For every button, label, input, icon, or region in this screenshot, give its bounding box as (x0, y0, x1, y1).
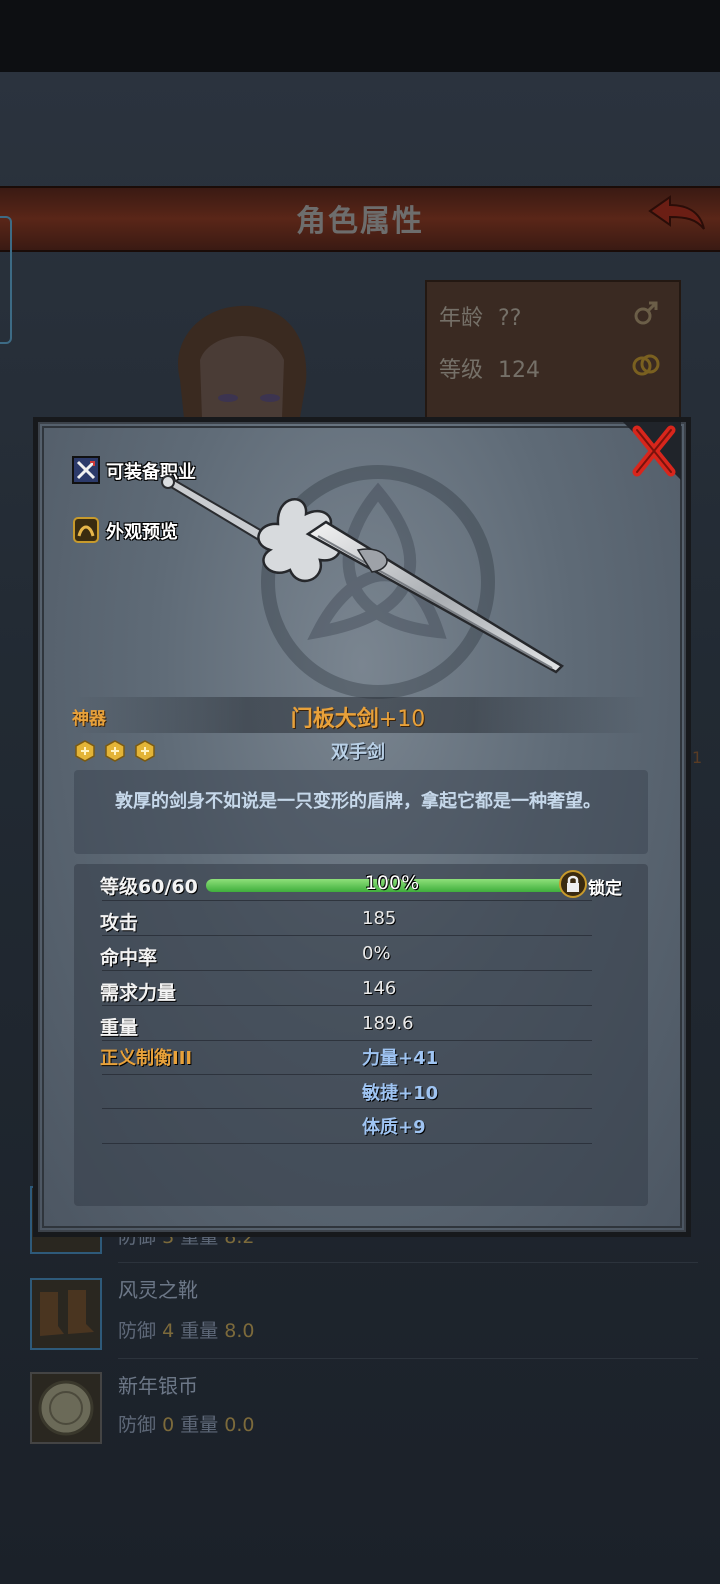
level-row: 等级 124 (439, 352, 540, 384)
side-number: 1 (692, 748, 703, 767)
row-divider (102, 900, 592, 901)
stat-weight-label: 重量 (100, 1017, 139, 1039)
equippable-jobs-icon[interactable] (72, 456, 100, 484)
character-info-panel: 年龄 ?? 等级 124 (425, 280, 681, 424)
coin-icon (38, 1380, 94, 1436)
equipment-thumb-1[interactable] (30, 1278, 102, 1350)
appearance-preview-icon[interactable] (72, 516, 100, 544)
equipment-stats-1: 防御 4 重量 8.0 (118, 1320, 255, 1342)
item-title: 门板大剑+10 (38, 701, 678, 733)
item-name: 门板大剑 (290, 707, 379, 732)
male-gender-icon (634, 301, 658, 325)
row-divider (102, 1108, 592, 1109)
item-description: 敦厚的剑身不如说是一只变形的盾牌，拿起它都是一种奢望。 (115, 791, 601, 812)
row-divider (102, 1005, 592, 1006)
equipment-stats-2: 防御 0 重量 0.0 (118, 1414, 255, 1436)
stat-accuracy-value: 0% (362, 943, 391, 964)
age-row: 年龄 ?? (439, 300, 521, 332)
row-divider (102, 935, 592, 936)
item-level-label: 等级60/60 (100, 876, 198, 898)
level-label: 等级 (439, 358, 484, 383)
status-bar (0, 0, 720, 72)
close-icon[interactable] (623, 422, 681, 480)
lock-icon[interactable] (559, 870, 587, 898)
row-divider (102, 970, 592, 971)
item-type: 双手剑 (331, 742, 385, 763)
set-bonus-effect: 体质+9 (362, 1117, 426, 1138)
equipment-name-2: 新年银币 (118, 1374, 198, 1398)
row-divider (102, 1074, 592, 1075)
left-side-tab[interactable] (0, 216, 12, 344)
stat-accuracy-label: 命中率 (100, 947, 158, 969)
item-detail-modal: 可装备职业 外观预览 神器 门板大剑+10 双手剑 敦厚的剑身不如说是一只变形的… (33, 417, 691, 1237)
stat-required-strength-label: 需求力量 (100, 982, 177, 1004)
greatsword-image (161, 475, 565, 674)
list-divider (118, 1358, 698, 1359)
list-divider (118, 1262, 698, 1263)
character-avatar (178, 305, 307, 418)
equipment-name-1: 风灵之靴 (118, 1278, 198, 1302)
row-divider (102, 1040, 592, 1041)
set-bonus-label: 正义制衡III (100, 1048, 193, 1069)
row-divider (102, 1143, 592, 1144)
item-enhance-level: +10 (378, 707, 426, 732)
stat-required-strength-value: 146 (362, 978, 397, 999)
set-bonus-effect: 力量+41 (362, 1048, 439, 1069)
back-arrow-icon[interactable] (646, 195, 706, 235)
level-progress-text: 100% (364, 872, 420, 894)
stat-attack-value: 185 (362, 908, 397, 929)
lock-toggle-label[interactable]: 锁定 (588, 874, 622, 899)
boots-icon (40, 1290, 94, 1336)
age-value: ?? (498, 306, 522, 331)
age-label: 年龄 (439, 306, 484, 331)
set-bonus-effect: 敏捷+10 (362, 1083, 439, 1104)
stats-box (74, 864, 648, 1206)
page-title: 角色属性 (296, 204, 424, 239)
stat-weight-value: 189.6 (362, 1013, 414, 1034)
rings-icon (632, 354, 660, 376)
stat-attack-label: 攻击 (100, 912, 139, 934)
equipment-thumb-2[interactable] (30, 1372, 102, 1444)
level-value: 124 (498, 358, 541, 383)
